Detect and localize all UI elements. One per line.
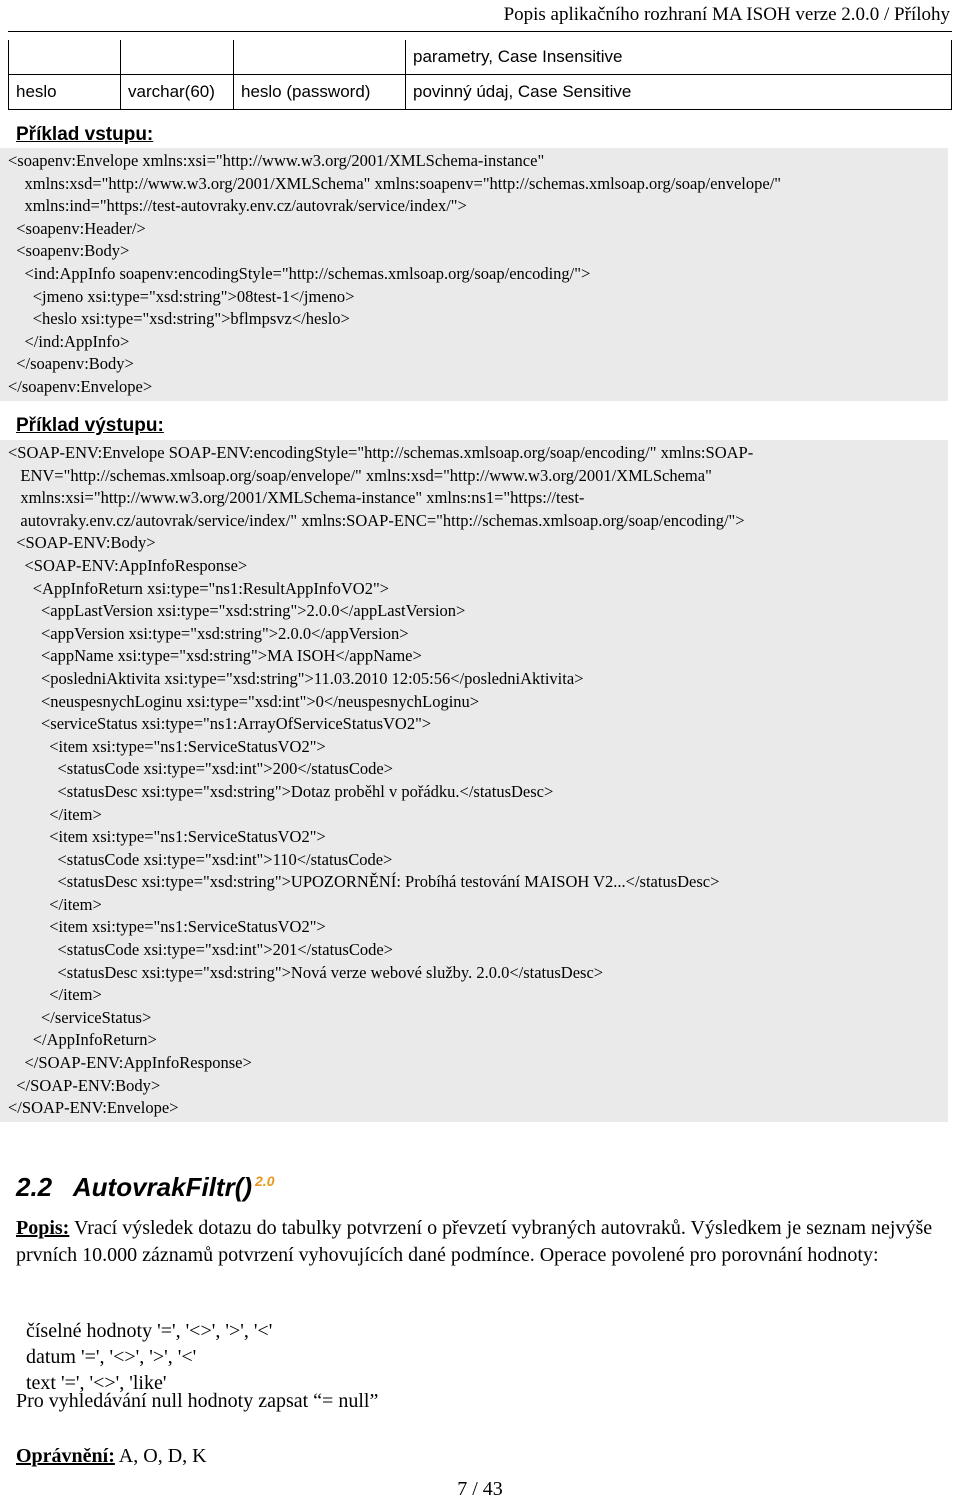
code-line: <soapenv:Header/>: [8, 218, 146, 238]
code-line: <appName xsi:type="xsd:string">MA ISOH</…: [8, 646, 422, 666]
operations-line: číselné hodnoty '=', '<>', '>', '<': [26, 1320, 273, 1342]
code-line: </SOAP-ENV:AppInfoResponse>: [8, 1053, 252, 1073]
cell-param-note: povinný údaj, Case Sensitive: [405, 74, 952, 110]
section-number: 2.2: [16, 1172, 53, 1202]
code-line: xmlns:ind="https://test-autovraky.env.cz…: [8, 196, 467, 216]
code-line: <SOAP-ENV:Body>: [8, 533, 156, 553]
code-line: <SOAP-ENV:AppInfoResponse>: [8, 555, 248, 575]
code-line: </SOAP-ENV:Body>: [8, 1075, 161, 1095]
description-lead: Popis:: [16, 1217, 70, 1239]
code-line: <statusDesc xsi:type="xsd:string">Nová v…: [8, 962, 604, 982]
cell-param-desc: heslo (password): [233, 74, 406, 110]
code-line: <statusCode xsi:type="xsd:int">200</stat…: [8, 759, 393, 779]
code-line: </item>: [8, 804, 102, 824]
section-version-badge: 2.0: [255, 1173, 275, 1190]
description-paragraph: Popis: Vrací výsledek dotazu do tabulky …: [16, 1215, 936, 1269]
code-line: ENV="http://schemas.xmlsoap.org/soap/env…: [8, 465, 712, 485]
description-text: Vrací výsledek dotazu do tabulky potvrze…: [16, 1217, 933, 1266]
code-line: </ind:AppInfo>: [8, 331, 130, 351]
table-row: heslo varchar(60) heslo (password) povin…: [8, 74, 952, 110]
code-line: <AppInfoReturn xsi:type="ns1:ResultAppIn…: [8, 578, 389, 598]
code-line: <serviceStatus xsi:type="ns1:ArrayOfServ…: [8, 714, 432, 734]
code-line: </SOAP-ENV:Envelope>: [8, 1098, 179, 1118]
code-line: <item xsi:type="ns1:ServiceStatusVO2">: [8, 917, 326, 937]
code-line: <soapenv:Envelope xmlns:xsi="http://www.…: [8, 151, 545, 170]
cell-param-type: [120, 40, 234, 75]
code-line: </item>: [8, 985, 102, 1005]
section-title: AutovrakFiltr(): [72, 1172, 253, 1202]
code-line: </soapenv:Envelope>: [8, 376, 153, 396]
code-line: <posledniAktivita xsi:type="xsd:string">…: [8, 668, 584, 688]
page-header-title: Popis aplikačního rozhraní MA ISOH verze…: [503, 4, 950, 25]
code-line: autovraky.env.cz/autovrak/service/index/…: [8, 510, 745, 530]
page-header: Popis aplikačního rozhraní MA ISOH verze…: [0, 0, 960, 34]
operations-list: číselné hodnoty '=', '<>', '>', '<' datu…: [16, 1292, 272, 1396]
code-line: <soapenv:Body>: [8, 241, 130, 261]
table-row: parametry, Case Insensitive: [8, 40, 952, 75]
output-example-code: <SOAP-ENV:Envelope SOAP-ENV:encodingStyl…: [0, 440, 948, 1122]
code-line: <item xsi:type="ns1:ServiceStatusVO2">: [8, 827, 326, 847]
code-line: <appVersion xsi:type="xsd:string">2.0.0<…: [8, 623, 409, 643]
operations-line: datum '=', '<>', '>', '<': [26, 1346, 197, 1368]
code-line: <heslo xsi:type="xsd:string">bflmpsvz</h…: [8, 309, 350, 329]
output-example-label: Příklad výstupu:: [16, 415, 164, 436]
cell-param-type: varchar(60): [120, 74, 234, 110]
code-line: </serviceStatus>: [8, 1007, 152, 1027]
code-line: <jmeno xsi:type="xsd:string">08test-1</j…: [8, 286, 355, 306]
code-line: </item>: [8, 894, 102, 914]
header-divider: [8, 31, 952, 32]
cell-param-name: heslo: [8, 74, 121, 110]
page-number: 7 / 43: [457, 1478, 503, 1500]
input-example-code: <soapenv:Envelope xmlns:xsi="http://www.…: [0, 148, 948, 401]
code-line: </AppInfoReturn>: [8, 1030, 157, 1050]
cell-param-note: parametry, Case Insensitive: [405, 40, 952, 75]
code-line: <statusDesc xsi:type="xsd:string">UPOZOR…: [8, 872, 720, 892]
code-line: <statusCode xsi:type="xsd:int">201</stat…: [8, 940, 393, 960]
parameter-table: parametry, Case Insensitive heslo varcha…: [8, 40, 952, 110]
input-example-label: Příklad vstupu:: [16, 124, 154, 145]
cell-param-name: [8, 40, 121, 75]
code-line: <SOAP-ENV:Envelope SOAP-ENV:encodingStyl…: [8, 443, 754, 462]
code-line: <ind:AppInfo soapenv:encodingStyle="http…: [8, 263, 591, 283]
section-heading: 2.2 AutovrakFiltr() 2.0: [16, 1172, 274, 1203]
code-line: <appLastVersion xsi:type="xsd:string">2.…: [8, 601, 466, 621]
code-line: <neuspesnychLoginu xsi:type="xsd:int">0<…: [8, 691, 480, 711]
code-line: xmlns:xsd="http://www.w3.org/2001/XMLSch…: [8, 173, 782, 193]
code-line: </soapenv:Body>: [8, 354, 134, 374]
code-line: <item xsi:type="ns1:ServiceStatusVO2">: [8, 736, 326, 756]
permissions-lead: Oprávnění:: [16, 1445, 115, 1467]
code-line: xmlns:xsi="http://www.w3.org/2001/XMLSch…: [8, 488, 585, 508]
cell-param-desc: [233, 40, 406, 75]
permissions-line: Oprávnění: A, O, D, K: [16, 1443, 936, 1470]
null-value-note: Pro vyhledávání null hodnoty zapsat “= n…: [16, 1390, 379, 1412]
permissions-values: A, O, D, K: [114, 1445, 207, 1467]
code-line: <statusCode xsi:type="xsd:int">110</stat…: [8, 849, 393, 869]
code-line: <statusDesc xsi:type="xsd:string">Dotaz …: [8, 781, 554, 801]
